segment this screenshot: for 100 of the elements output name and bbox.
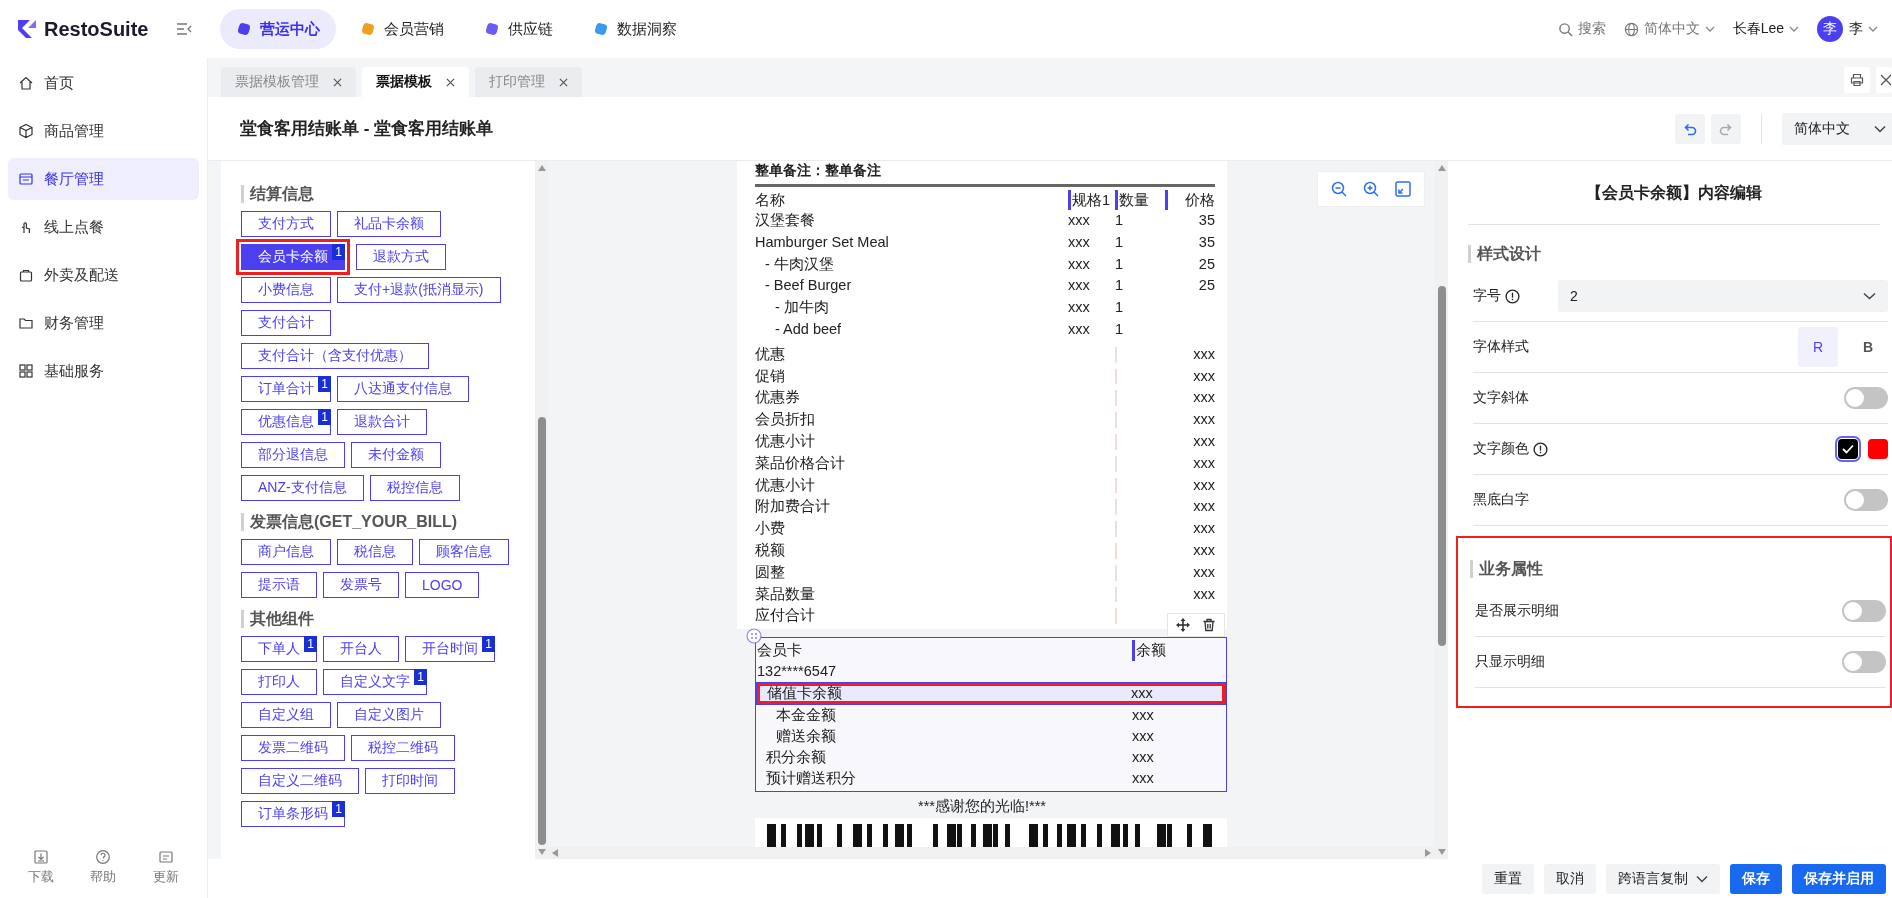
component-button[interactable]: 礼品卡余额 <box>337 211 441 237</box>
count-badge: 1 <box>482 636 495 652</box>
count-badge: 1 <box>332 244 345 260</box>
component-button[interactable]: 八达通支付信息 <box>337 376 469 402</box>
component-button[interactable]: 提示语 <box>241 572 317 598</box>
balance-label: 本金金额 <box>776 706 837 726</box>
item-qty: 1 <box>1115 320 1125 339</box>
sidebar-item[interactable]: 餐厅管理 <box>8 158 199 200</box>
component-button[interactable]: 订单条形码 1 <box>241 801 345 827</box>
component-button[interactable]: 会员卡余额 1 <box>241 244 345 270</box>
sidebar-footer-button[interactable]: 更新 <box>152 849 179 886</box>
component-button[interactable]: 税控信息 <box>369 475 460 501</box>
item-spec: xxx <box>1068 298 1091 318</box>
balance-row[interactable]: 预计赠送积分 xxx <box>756 768 1226 790</box>
component-button[interactable]: 打印人 <box>241 669 317 695</box>
action-button[interactable]: 保存并启用 <box>1792 863 1886 894</box>
item-price: 25 <box>1197 276 1215 296</box>
brand-name: RestoSuite <box>44 17 149 41</box>
nav-tab[interactable]: 营运中心 <box>220 9 336 49</box>
summary-value: xxx <box>1192 344 1215 364</box>
sidebar-footer-button[interactable]: 帮助 <box>90 849 117 886</box>
action-button[interactable]: 重置 <box>1482 863 1534 894</box>
sidebar-item[interactable]: 线上点餐 <box>8 206 199 248</box>
component-button[interactable]: 打印时间 <box>365 768 455 794</box>
balance-label: 储值卡余额 <box>767 684 843 704</box>
balance-label: 积分余额 <box>766 748 827 768</box>
summary-label: 促销 <box>755 366 786 386</box>
item-price: 25 <box>1197 254 1215 274</box>
component-button[interactable]: 下单人 1 <box>241 636 317 662</box>
summary-value: xxx <box>1192 562 1215 582</box>
balance-row[interactable]: 储值卡余额 xxx <box>756 682 1226 706</box>
language-menu[interactable]: 简体中文 <box>1623 20 1715 38</box>
component-button[interactable]: 商户信息 <box>241 539 331 565</box>
component-button[interactable]: 开台人 <box>323 636 399 662</box>
summary-value: xxx <box>1192 453 1215 473</box>
component-button[interactable]: 开台时间 1 <box>405 636 495 662</box>
sidebar-footer-button[interactable]: 下载 <box>28 849 55 886</box>
balance-row[interactable]: 赠送余额 xxx <box>756 726 1226 748</box>
toggle-label: 只显示明细 <box>1475 653 1545 671</box>
column-header: 名称 <box>755 191 786 210</box>
section-title: 业务属性 <box>1470 560 1886 578</box>
user-menu[interactable]: 李 <box>1849 20 1878 38</box>
component-button[interactable]: 自定义文字 1 <box>323 669 427 695</box>
action-button[interactable]: 保存 <box>1730 863 1782 894</box>
component-button[interactable]: 支付+退款(抵消显示) <box>337 277 501 303</box>
component-button[interactable]: ANZ-支付信息 <box>241 475 364 501</box>
font-style-option[interactable]: R <box>1798 327 1838 367</box>
item-qty: 1 <box>1115 211 1125 230</box>
component-button[interactable]: 部分退信息 <box>241 442 345 468</box>
field-label: 文字颜色 <box>1473 440 1529 458</box>
nav-tab[interactable]: 会员营销 <box>344 9 460 49</box>
component-button[interactable]: 未付金额 <box>351 442 441 468</box>
font-size-select[interactable]: 2 <box>1558 280 1888 312</box>
summary-label: 菜品价格合计 <box>755 453 846 473</box>
summary-label: 会员折扣 <box>755 410 816 430</box>
component-button[interactable]: 退款方式 <box>356 244 446 270</box>
component-button[interactable]: 支付方式 <box>241 211 331 237</box>
component-button[interactable]: 退款合计 <box>337 409 427 435</box>
user-avatar[interactable]: 李 <box>1817 16 1843 42</box>
language-select[interactable]: 简体中文 <box>1782 112 1892 145</box>
action-button[interactable]: 取消 <box>1544 863 1596 894</box>
sidebar-item[interactable]: 基础服务 <box>8 350 199 392</box>
component-button[interactable]: 自定义组 <box>241 702 331 728</box>
balance-row[interactable]: 本金金额 xxx <box>756 705 1226 727</box>
component-button[interactable]: LOGO <box>405 572 480 598</box>
component-button[interactable]: 顾客信息 <box>419 539 509 565</box>
item-name: - 加牛肉 <box>774 298 830 318</box>
balance-value: xxx <box>1132 748 1155 768</box>
summary-value: xxx <box>1192 388 1215 408</box>
balance-label: 赠送余额 <box>776 727 837 747</box>
component-button[interactable]: 小费信息 <box>241 277 331 303</box>
column-header: 规格1 <box>1068 190 1115 210</box>
action-button[interactable]: 跨语言复制 <box>1606 863 1720 894</box>
component-button[interactable]: 发票二维码 <box>241 735 345 761</box>
component-button[interactable]: 自定义二维码 <box>241 768 359 794</box>
item-spec: xxx <box>1068 320 1091 339</box>
component-button[interactable]: 支付合计 <box>241 310 331 336</box>
component-button[interactable]: 订单合计 1 <box>241 376 331 402</box>
section-title: 其他组件 <box>241 610 525 628</box>
component-button[interactable]: 发票号 <box>323 572 399 598</box>
sidebar-item[interactable]: 外卖及配送 <box>8 254 199 296</box>
store-menu[interactable]: 长春Lee <box>1732 20 1799 38</box>
component-button[interactable]: 支付合计（含支付优惠） <box>241 343 429 369</box>
nav-tab[interactable]: 供应链 <box>468 9 569 49</box>
sidebar-item[interactable]: 财务管理 <box>8 302 199 344</box>
field-label: 字号 <box>1473 287 1501 305</box>
page-tab[interactable]: 票据模板 <box>362 67 469 97</box>
component-button[interactable]: 税信息 <box>337 539 413 565</box>
search-button[interactable]: 搜索 <box>1557 20 1606 38</box>
font-style-option[interactable]: B <box>1848 327 1888 367</box>
summary-label: 小费 <box>755 519 786 539</box>
sidebar-item[interactable]: 商品管理 <box>8 110 199 152</box>
component-button[interactable]: 自定义图片 <box>337 702 441 728</box>
member-balance-block[interactable]: 会员卡 余额 132****6547 储值卡余额 xxx 本金金额 xxx 赠送余额 xxx 积分余额 xxx 预计赠送积分 xxx <box>755 637 1227 793</box>
receipt-footer: ***感谢您的光临!*** <box>737 796 1227 817</box>
sidebar-item[interactable]: 首页 <box>8 62 199 104</box>
balance-row[interactable]: 积分余额 xxx <box>756 747 1226 769</box>
component-button[interactable]: 税控二维码 <box>351 735 455 761</box>
component-button[interactable]: 优惠信息 1 <box>241 409 331 435</box>
nav-tab[interactable]: 数据洞察 <box>577 9 693 49</box>
